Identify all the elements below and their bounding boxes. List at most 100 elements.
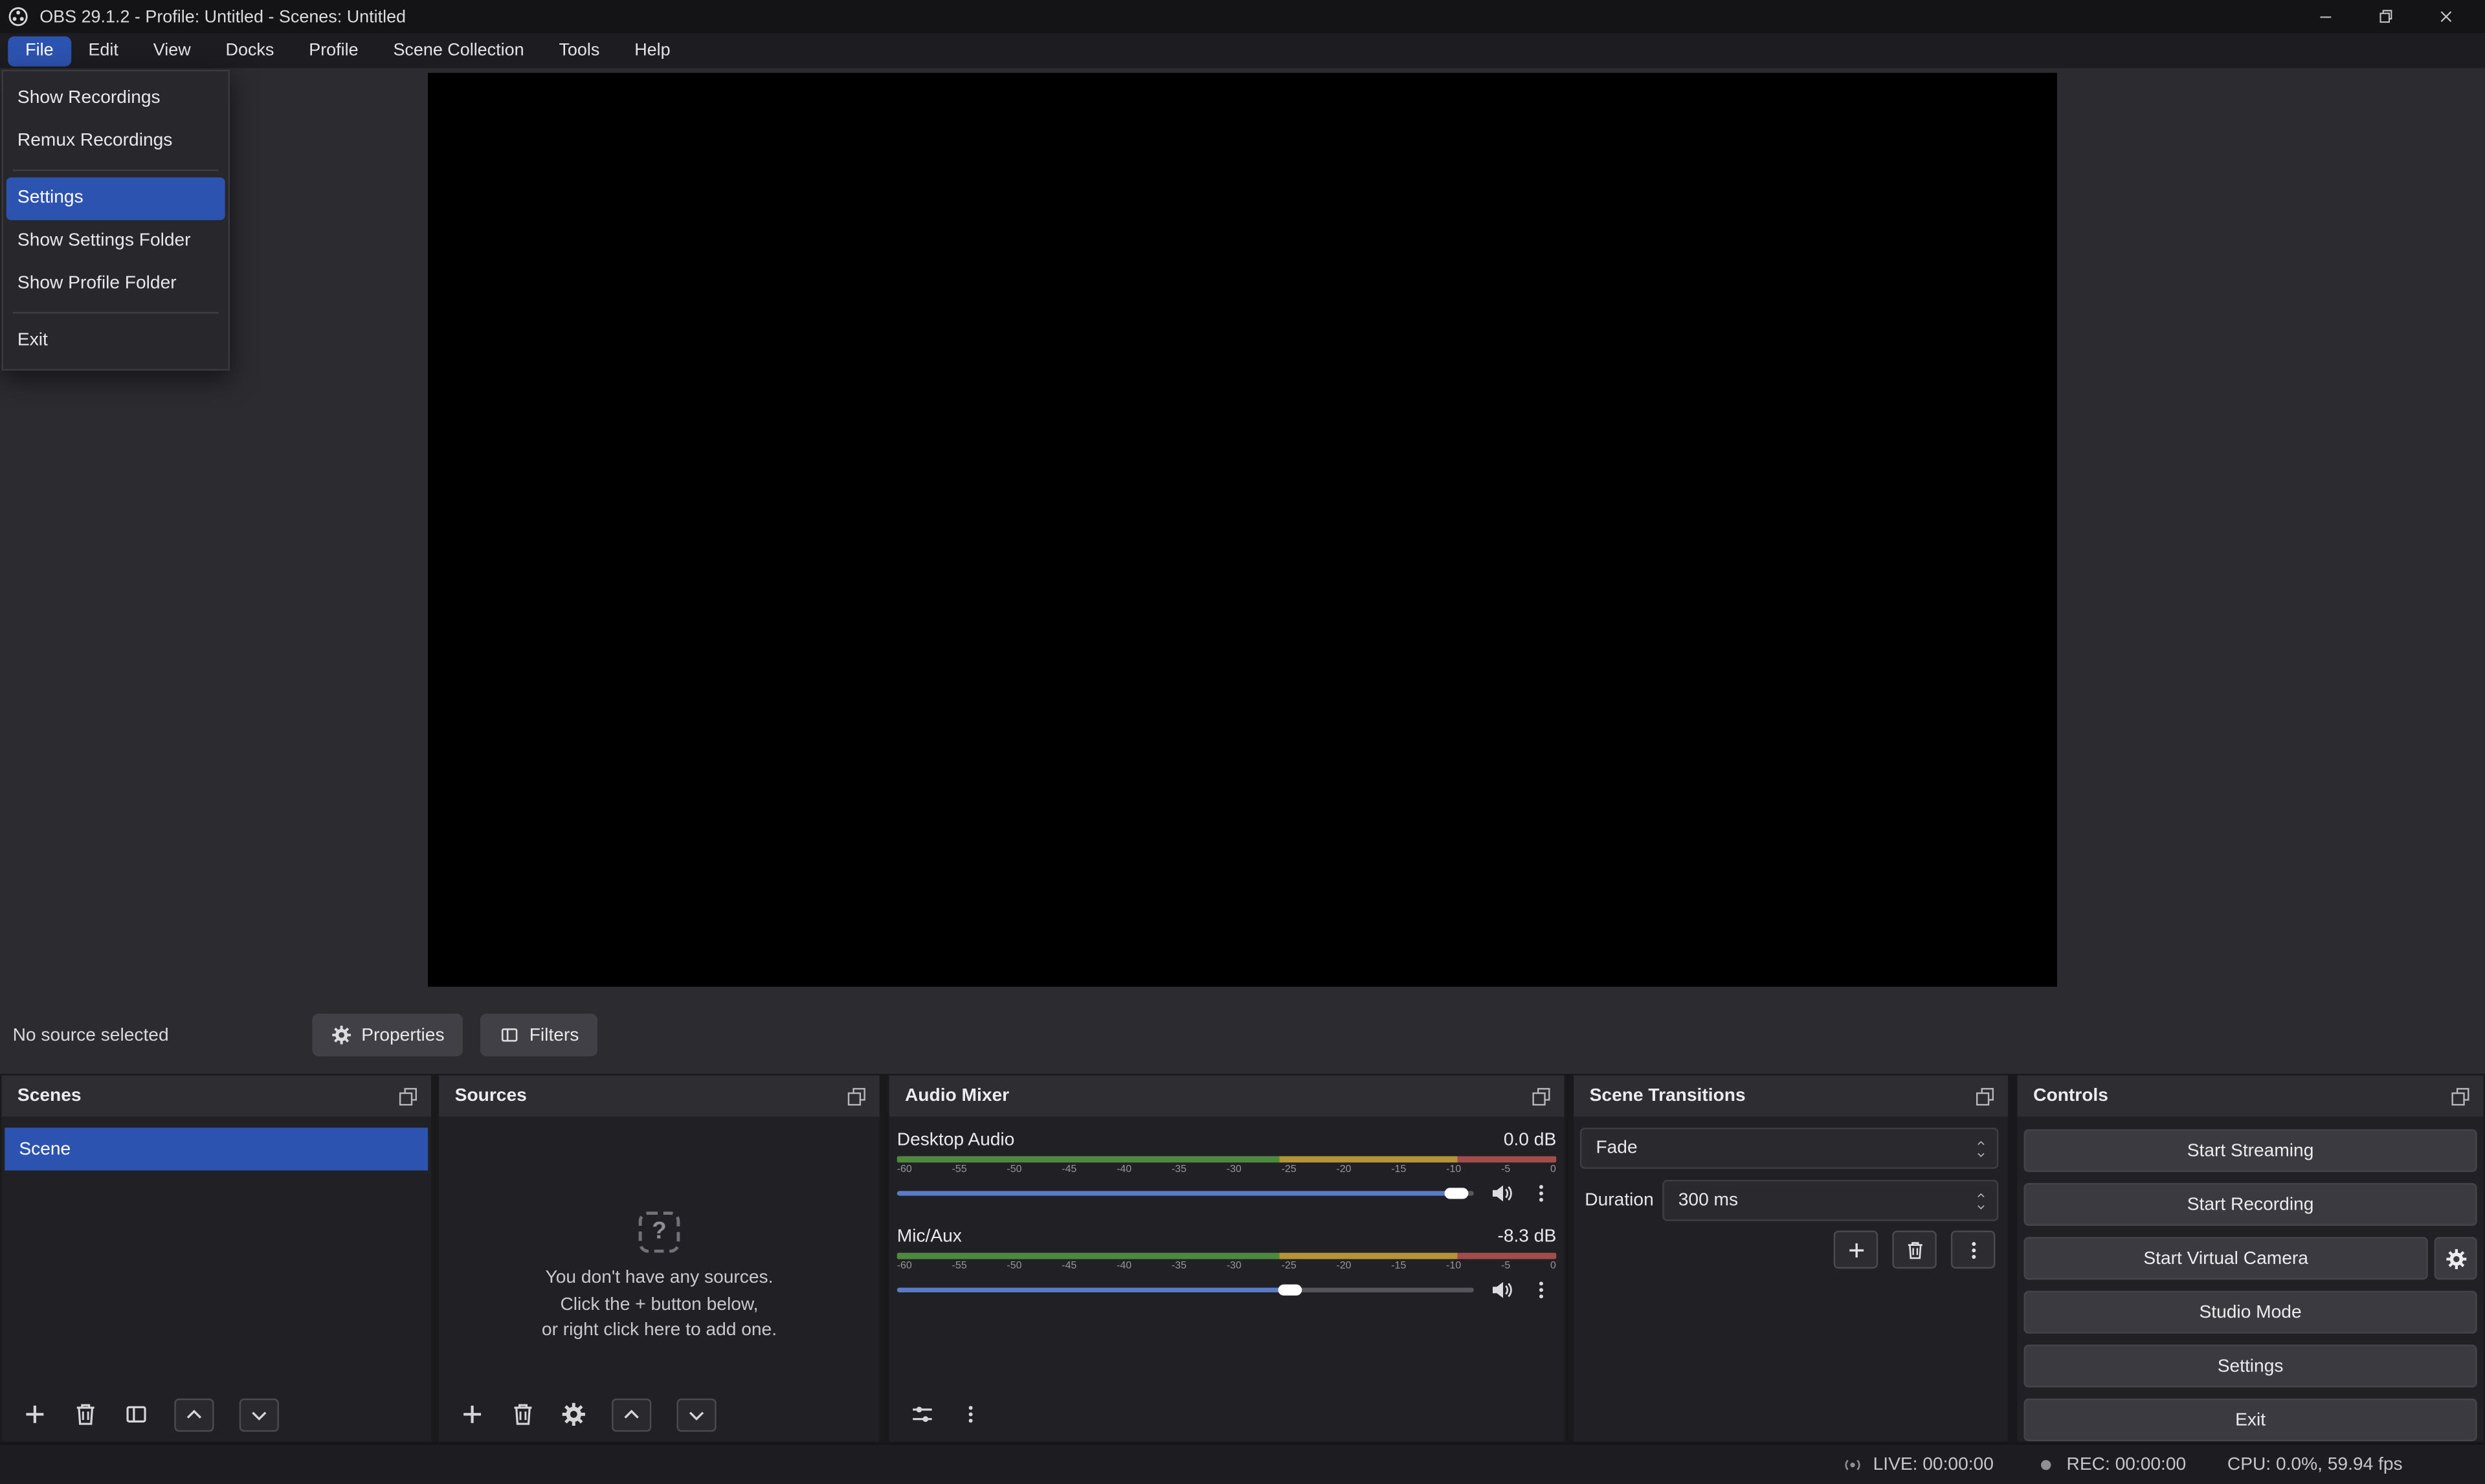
meter-tick-label: -60 <box>897 1164 912 1175</box>
filters-button-label: Filters <box>529 1026 579 1045</box>
menu-help[interactable]: Help <box>617 36 687 65</box>
menu-item-exit[interactable]: Exit <box>6 320 225 362</box>
channel-name: Mic/Aux <box>897 1226 962 1245</box>
transition-properties-button[interactable] <box>1951 1230 1996 1268</box>
scene-transitions-panel-header[interactable]: Scene Transitions <box>1574 1076 2008 1117</box>
popout-icon[interactable] <box>846 1086 867 1107</box>
slider-track[interactable] <box>897 1288 1474 1292</box>
studio-mode-button[interactable]: Studio Mode <box>2023 1290 2477 1333</box>
empty-state-line: or right click here to add one. <box>439 1318 880 1344</box>
minimize-button[interactable] <box>2295 0 2355 33</box>
chevron-down-icon <box>686 1404 707 1424</box>
transition-selected-value: Fade <box>1596 1139 1637 1158</box>
meter-tick-label: -50 <box>1007 1261 1021 1272</box>
slider-handle[interactable] <box>1445 1188 1469 1199</box>
meter-tick-label: -50 <box>1007 1164 1021 1175</box>
controls-panel: Controls Start Streaming Start Recording… <box>2016 1074 2485 1443</box>
menu-scene-collection[interactable]: Scene Collection <box>376 36 542 65</box>
filters-button[interactable]: Filters <box>480 1013 598 1056</box>
scene-filters-icon[interactable] <box>124 1402 149 1427</box>
menu-file[interactable]: File <box>8 36 71 65</box>
close-button[interactable] <box>2415 0 2475 33</box>
mixer-menu-button dots-icon[interactable] <box>961 1402 981 1427</box>
empty-state-line: Click the + button below, <box>439 1292 880 1318</box>
meter-tick-label: -5 <box>1501 1261 1510 1272</box>
menu-edit[interactable]: Edit <box>71 36 136 65</box>
menu-item-show-settings-folder[interactable]: Show Settings Folder <box>6 220 225 263</box>
start-virtual-camera-button[interactable]: Start Virtual Camera <box>2023 1237 2427 1279</box>
speaker-icon mute-button[interactable] <box>1489 1182 1513 1206</box>
virtual-camera-settings-button[interactable] <box>2435 1237 2477 1279</box>
channel-db-value: 0.0 dB <box>1504 1130 1556 1149</box>
menu-tools[interactable]: Tools <box>542 36 618 65</box>
channel-menu-button dots-icon[interactable] <box>1531 1278 1552 1302</box>
live-status: LIVE: 00:00:00 <box>1842 1453 1994 1475</box>
popout-icon[interactable] <box>1975 1086 1996 1107</box>
add-source-icon[interactable] <box>460 1402 485 1427</box>
controls-panel-title: Controls <box>2033 1087 2108 1105</box>
sources-panel-title: Sources <box>455 1087 527 1105</box>
rec-status: REC: 00:00:00 <box>2035 1453 2187 1475</box>
scene-label: Scene <box>19 1140 71 1158</box>
spinbox-arrows-icon[interactable] <box>1975 1182 1988 1220</box>
move-scene-down-button[interactable] <box>240 1398 279 1431</box>
meter-tick-label: -45 <box>1062 1164 1076 1175</box>
scenes-panel-header[interactable]: Scenes <box>1 1076 430 1117</box>
add-scene-icon[interactable] <box>22 1402 47 1427</box>
slider-handle[interactable] <box>1277 1285 1301 1296</box>
add-transition-button[interactable] <box>1834 1230 1878 1268</box>
exit-button[interactable]: Exit <box>2023 1399 2477 1441</box>
settings-button[interactable]: Settings <box>2023 1345 2477 1388</box>
speaker-icon mute-button[interactable] <box>1489 1278 1513 1302</box>
menu-docks[interactable]: Docks <box>208 36 292 65</box>
start-streaming-button[interactable]: Start Streaming <box>2023 1129 2477 1172</box>
meter-tick-label: -60 <box>897 1261 912 1272</box>
menu-item-show-recordings[interactable]: Show Recordings <box>6 78 225 120</box>
popout-icon[interactable] <box>2450 1086 2471 1107</box>
volume-slider[interactable] <box>897 1279 1474 1300</box>
popout-icon[interactable] <box>1531 1086 1552 1107</box>
move-scene-up-button[interactable] <box>174 1398 214 1431</box>
sources-toolbar <box>439 1388 880 1441</box>
cpu-status: CPU: 0.0%, 59.94 fps <box>2227 1455 2403 1474</box>
controls-panel-header[interactable]: Controls <box>2018 1076 2484 1117</box>
menu-profile[interactable]: Profile <box>291 36 375 65</box>
remove-transition-button[interactable] <box>1892 1230 1937 1268</box>
advanced-audio-properties-icon[interactable] <box>909 1402 935 1427</box>
statusbar: LIVE: 00:00:00 REC: 00:00:00 CPU: 0.0%, … <box>0 1443 2485 1484</box>
menu-view[interactable]: View <box>136 36 208 65</box>
meter-scale: -60 -55 -50 -45 -40 -35 -30 -25 -20 -15 … <box>897 1164 1556 1175</box>
remove-source-icon[interactable] <box>510 1402 535 1427</box>
mixer-channel-mic-aux: Mic/Aux -8.3 dB -60 -55 -50 -45 -40 -35 … <box>897 1224 1556 1300</box>
scene-list-item[interactable]: Scene <box>5 1127 428 1170</box>
channel-menu-button dots-icon[interactable] <box>1531 1182 1552 1206</box>
move-source-down-button[interactable] <box>676 1398 716 1431</box>
start-recording-button[interactable]: Start Recording <box>2023 1183 2477 1226</box>
menu-item-settings[interactable]: Settings <box>6 177 225 220</box>
duration-spinbox[interactable]: 300 ms <box>1662 1180 1998 1221</box>
properties-button[interactable]: Properties <box>312 1013 463 1056</box>
window-title: OBS 29.1.2 - Profile: Untitled - Scenes:… <box>39 7 406 26</box>
maximize-icon <box>2376 8 2394 25</box>
scenes-panel-title: Scenes <box>17 1087 82 1105</box>
sources-panel-header[interactable]: Sources <box>439 1076 880 1117</box>
menu-item-remux-recordings[interactable]: Remux Recordings <box>6 120 225 163</box>
remove-scene-icon[interactable] <box>73 1402 98 1427</box>
plus-icon <box>1845 1239 1866 1260</box>
transition-select[interactable]: Fade <box>1580 1127 1998 1169</box>
audio-mixer-panel-header[interactable]: Audio Mixer <box>889 1076 1564 1117</box>
gear-icon <box>331 1024 352 1045</box>
obs-window: OBS 29.1.2 - Profile: Untitled - Scenes:… <box>0 0 2485 1484</box>
volume-slider[interactable] <box>897 1183 1474 1204</box>
menu-item-show-profile-folder[interactable]: Show Profile Folder <box>6 263 225 305</box>
move-source-up-button[interactable] <box>612 1398 651 1431</box>
source-properties-gear-icon[interactable] <box>561 1402 586 1427</box>
obs-logo-icon <box>8 6 28 27</box>
maximize-button[interactable] <box>2355 0 2415 33</box>
preview-canvas[interactable] <box>428 73 2057 987</box>
duration-label: Duration <box>1585 1180 1653 1221</box>
sources-panel: Sources ? You don't have any sources. Cl… <box>438 1074 882 1443</box>
mixer-toolbar <box>889 1388 1564 1441</box>
slider-track[interactable] <box>897 1191 1474 1195</box>
popout-icon[interactable] <box>398 1086 419 1107</box>
